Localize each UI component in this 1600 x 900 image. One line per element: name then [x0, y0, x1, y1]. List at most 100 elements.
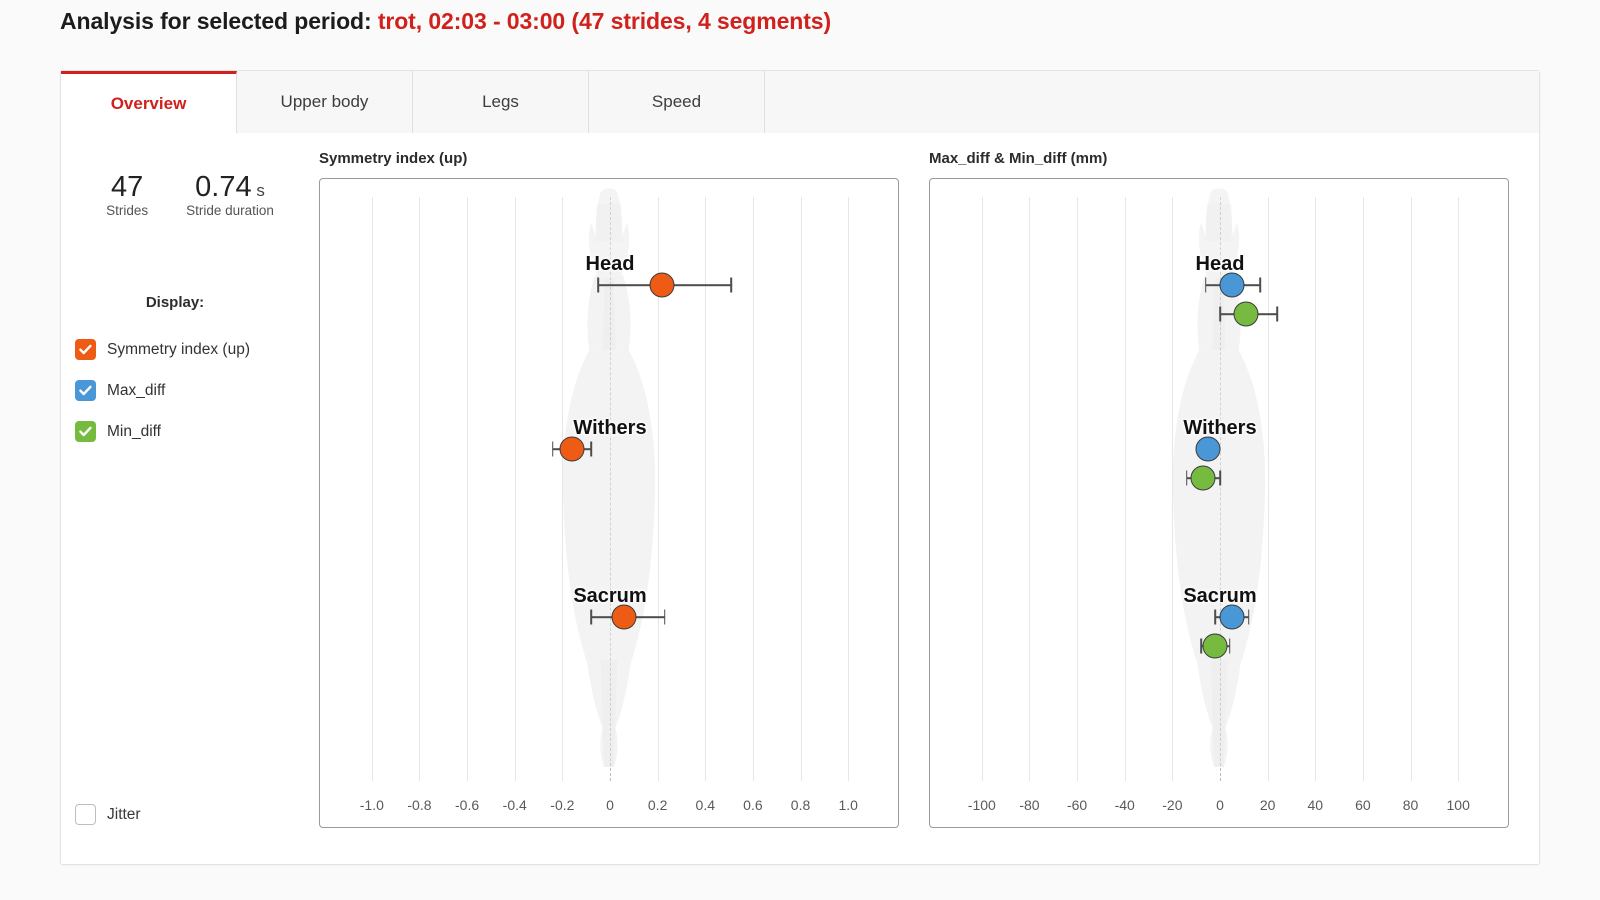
error-bar-cap-low: [552, 441, 554, 457]
x-axis-tick-label: 1.0: [838, 797, 858, 813]
gridline: [1124, 197, 1126, 781]
group-label-withers: Withers: [1183, 417, 1257, 439]
gridline: [848, 197, 850, 781]
tab-label: Upper body: [280, 92, 369, 111]
x-axis-tick-label: -0.2: [550, 797, 575, 813]
x-axis-tick-label: -0.8: [407, 797, 432, 813]
error-bar-cap-high: [1228, 638, 1231, 654]
stat-number: 0.74: [195, 171, 252, 203]
display-section-title: Display:: [145, 294, 205, 311]
error-bar-cap-high: [730, 277, 733, 293]
x-axis-tick-label: 0.6: [743, 797, 763, 813]
x-axis-tick-label: -0.6: [455, 797, 480, 813]
tab-speed[interactable]: Speed: [589, 71, 765, 133]
x-axis-tick-label: 80: [1402, 797, 1419, 813]
gridline: [1077, 197, 1079, 781]
error-bar-cap-low: [1214, 609, 1217, 625]
legend-row-symmetry-index-up[interactable]: Symmetry index (up): [75, 329, 319, 370]
data-point-min-diff-head[interactable]: [1233, 301, 1259, 327]
error-bar-cap-high: [1219, 470, 1221, 486]
error-bar-cap-high: [1276, 306, 1278, 322]
page-title-prefix: Analysis for selected period:: [60, 8, 372, 34]
x-axis-tick-label: 40: [1307, 797, 1324, 813]
x-axis-tick-label: 0: [1216, 797, 1224, 813]
x-axis-tick-label: 0.2: [647, 797, 668, 813]
legend-label: Max_diff: [107, 381, 166, 399]
gridline: [1172, 197, 1174, 781]
tab-bar: Overview Upper body Legs Speed: [61, 71, 1539, 134]
data-point-max-diff-head[interactable]: [1219, 272, 1245, 298]
gridline: [752, 197, 754, 781]
x-axis-tick-label: 100: [1446, 797, 1470, 813]
gridline: [981, 197, 983, 781]
tab-bar-filler: [765, 71, 1539, 133]
data-point-symmetry-index-up-sacrum[interactable]: [611, 604, 637, 630]
stat-number: 47: [110, 171, 144, 203]
stat-strides: 47 Strides: [106, 172, 148, 219]
tab-upper-body[interactable]: Upper body: [237, 71, 413, 133]
error-bar-cap-low: [1200, 638, 1202, 654]
group-label-head: Head: [585, 253, 635, 275]
sidebar: 47 Strides 0.74 s Stride duration Display: …: [61, 134, 319, 866]
tab-label: Overview: [110, 93, 187, 113]
maxdiff-mindiff-plot-title: Max_diff & Min_diff (mm): [929, 150, 1108, 167]
error-bar-cap-low: [1185, 470, 1188, 486]
tab-legs[interactable]: Legs: [413, 71, 589, 133]
tab-overview[interactable]: Overview: [61, 71, 237, 134]
x-axis-tick-label: -20: [1162, 797, 1183, 813]
group-label-sacrum: Sacrum: [1183, 585, 1257, 607]
page-title: Analysis for selected period: trot, 02:0…: [60, 8, 831, 35]
data-point-symmetry-index-up-withers[interactable]: [559, 436, 585, 462]
plot-canvas: -100 -80 -60 -40 -20 0 20 40 60 80 100 Head Withers S…: [930, 179, 1508, 827]
x-axis-tick-label: 0.4: [695, 797, 715, 813]
error-bar-cap-low: [597, 277, 599, 293]
group-label-sacrum: Sacrum: [573, 585, 647, 607]
analysis-page: Analysis for selected period: trot, 02:0…: [0, 0, 1600, 900]
jitter-label: Jitter: [107, 805, 141, 823]
gridline: [1267, 197, 1269, 781]
x-axis-tick-label: -60: [1066, 797, 1088, 813]
tab-label: Legs: [482, 92, 519, 111]
error-bar-cap-high: [590, 441, 592, 457]
error-bar-cap-high: [1247, 609, 1250, 625]
gridline: [514, 197, 516, 781]
analysis-card: Overview Upper body Legs Speed 47 Strides 0.7…: [60, 70, 1540, 865]
legend-label: Symmetry index (up): [107, 340, 250, 358]
gridline: [562, 197, 564, 781]
summary-stats: 47 Strides 0.74 s Stride duration: [61, 171, 319, 219]
data-point-min-diff-withers[interactable]: [1190, 465, 1216, 491]
checkbox-checked-icon[interactable]: [75, 421, 96, 442]
data-point-max-diff-withers[interactable]: [1195, 436, 1221, 462]
legend-row-min-diff[interactable]: Min_diff: [75, 411, 319, 452]
checkbox-checked-icon[interactable]: [75, 339, 96, 360]
group-label-head: Head: [1195, 253, 1245, 275]
jitter-checkbox-row[interactable]: Jitter: [75, 804, 141, 825]
jitter-checkbox[interactable]: [75, 804, 96, 825]
x-axis-tick-label: 0.8: [790, 797, 811, 813]
error-bar-cap-low: [590, 609, 592, 625]
stat-unit: s: [251, 181, 265, 200]
x-axis-tick-label: -100: [967, 797, 996, 813]
x-axis-tick-label: 20: [1259, 797, 1276, 813]
data-point-max-diff-sacrum[interactable]: [1219, 604, 1245, 630]
legend-label: Min_diff: [107, 422, 161, 440]
gridline: [371, 197, 373, 781]
group-label-withers: Withers: [573, 417, 647, 439]
checkbox-checked-icon[interactable]: [75, 380, 96, 401]
stat-value: 47: [106, 172, 148, 202]
gridline: [1315, 197, 1317, 781]
error-bar-cap-high: [1259, 277, 1262, 293]
symmetry-index-plot[interactable]: -1.0 -0.8 -0.6 -0.4 -0.2 0 0.2 0.4 0.6 0.8 1.0 Head…: [319, 178, 899, 828]
x-axis-tick-label: 0: [606, 797, 614, 813]
x-axis-tick-label: -80: [1019, 797, 1040, 813]
gridline: [419, 197, 421, 781]
gridline: [1029, 197, 1031, 781]
maxdiff-mindiff-plot[interactable]: -100 -80 -60 -40 -20 0 20 40 60 80 100 Head Withers S…: [929, 178, 1509, 828]
tab-label: Speed: [651, 92, 702, 111]
legend-row-max-diff[interactable]: Max_diff: [75, 370, 319, 411]
x-axis-tick-label: 60: [1355, 797, 1371, 813]
data-point-min-diff-sacrum[interactable]: [1202, 633, 1228, 659]
data-point-symmetry-index-up-head[interactable]: [649, 272, 675, 298]
error-bar-cap-low: [1219, 306, 1221, 322]
stat-label: Stride duration: [186, 203, 274, 219]
